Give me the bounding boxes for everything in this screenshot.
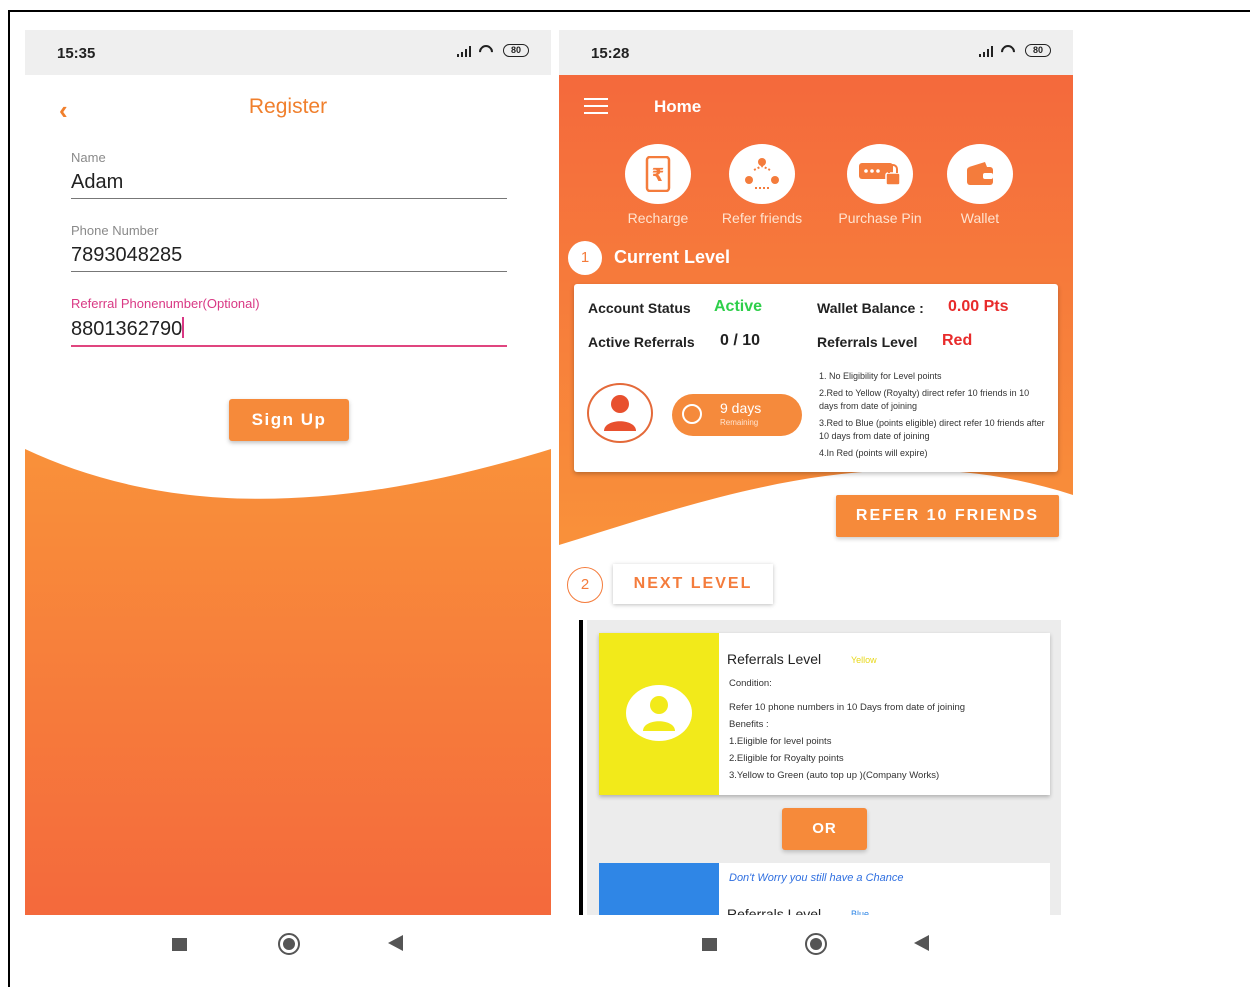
active-referrals-value: 0 / 10 bbox=[720, 332, 761, 349]
phone-field[interactable]: Phone Number 7893048285 bbox=[71, 223, 507, 272]
current-level-title: Current Level bbox=[614, 247, 731, 267]
pin-lock-icon bbox=[847, 144, 913, 204]
status-time: 15:35 bbox=[57, 45, 96, 62]
rule-item: 2.Red to Yellow (Royalty) direct refer 1… bbox=[819, 388, 1030, 411]
quick-action-recharge[interactable]: ₹ Recharge bbox=[603, 144, 713, 226]
days-remaining-value: 9 days bbox=[720, 400, 762, 416]
account-status-value: Active bbox=[714, 298, 763, 315]
yellow-card-tag: Yellow bbox=[851, 655, 877, 665]
yellow-level-banner bbox=[599, 633, 719, 795]
phone-input[interactable]: 7893048285 bbox=[71, 244, 507, 272]
home-nav-icon[interactable] bbox=[805, 933, 827, 955]
yellow-card-title: Referrals Level bbox=[727, 651, 822, 667]
recents-icon[interactable] bbox=[172, 938, 187, 951]
phone-label: Phone Number bbox=[71, 223, 159, 238]
user-avatar-icon bbox=[587, 383, 653, 443]
quick-action-purchase-pin[interactable]: Purchase Pin bbox=[825, 144, 935, 226]
name-label: Name bbox=[71, 150, 106, 165]
svg-text:₹: ₹ bbox=[652, 165, 665, 186]
user-avatar-icon bbox=[626, 685, 692, 741]
blue-level-card: Don't Worry you still have a Chance Refe… bbox=[599, 863, 1050, 923]
recents-icon[interactable] bbox=[702, 938, 717, 951]
refer-friends-label: Refer friends bbox=[721, 210, 803, 226]
back-nav-icon[interactable] bbox=[388, 935, 403, 951]
group-icon bbox=[729, 144, 795, 204]
wallet-balance-label: Wallet Balance : bbox=[817, 300, 924, 316]
battery-icon: 80 bbox=[502, 44, 529, 57]
quick-action-wallet[interactable]: Wallet bbox=[925, 144, 1035, 226]
android-nav-bar bbox=[25, 915, 551, 987]
level-rules: 1. No Eligibility for Level points 2.Red… bbox=[819, 370, 1045, 464]
home-nav-icon[interactable] bbox=[278, 933, 300, 955]
step-number-1: 1 bbox=[568, 241, 602, 275]
wallet-icon bbox=[947, 144, 1013, 204]
active-referrals-label: Active Referrals bbox=[588, 334, 695, 350]
frame-border-top bbox=[8, 10, 1250, 12]
yellow-level-card: Referrals Level Yellow Condition: Refer … bbox=[599, 633, 1050, 795]
name-field[interactable]: Name Adam bbox=[71, 150, 507, 199]
detail-line: Benefits : bbox=[729, 719, 769, 730]
yellow-card-details: Condition: Refer 10 phone numbers in 10 … bbox=[729, 677, 965, 782]
signal-icon bbox=[456, 45, 471, 57]
referral-input-text: 8801362790 bbox=[71, 318, 183, 340]
current-level-card: Account Status Active Wallet Balance : 0… bbox=[574, 284, 1058, 472]
quick-action-refer-friends[interactable]: Refer friends bbox=[707, 144, 817, 226]
timeline-line bbox=[579, 620, 583, 920]
refer-friends-button[interactable]: REFER 10 FRIENDS bbox=[836, 495, 1059, 537]
wifi-icon bbox=[1001, 45, 1017, 57]
frame-border-left bbox=[8, 10, 10, 987]
recharge-label: Recharge bbox=[627, 210, 689, 226]
wifi-icon bbox=[479, 45, 495, 57]
status-time: 15:28 bbox=[591, 45, 630, 62]
android-nav-bar bbox=[559, 915, 1073, 987]
detail-line bbox=[729, 690, 965, 698]
referral-field[interactable]: Referral Phonenumber(Optional) 880136279… bbox=[71, 296, 507, 347]
step-number-2: 2 bbox=[567, 567, 603, 603]
detail-line: Condition: bbox=[729, 678, 772, 689]
page-title: Register bbox=[248, 95, 328, 118]
register-header: ‹ Register bbox=[25, 75, 551, 137]
back-nav-icon[interactable] bbox=[914, 935, 929, 951]
or-button[interactable]: OR bbox=[782, 808, 867, 850]
days-remaining-caption: Remaining bbox=[720, 418, 759, 427]
detail-line: 1.Eligible for level points bbox=[729, 736, 832, 747]
text-cursor bbox=[182, 317, 185, 338]
name-input[interactable]: Adam bbox=[71, 171, 507, 199]
rule-item: 1. No Eligibility for Level points bbox=[819, 371, 942, 381]
rupee-phone-icon: ₹ bbox=[625, 144, 691, 204]
detail-line: Refer 10 phone numbers in 10 Days from d… bbox=[729, 702, 966, 713]
account-status-label: Account Status bbox=[588, 300, 691, 316]
home-screen: 15:28 80 Home ₹ Recharge Refer friends P… bbox=[559, 30, 1073, 987]
referral-input[interactable]: 8801362790 bbox=[71, 317, 507, 347]
sign-up-button[interactable]: Sign Up bbox=[229, 399, 349, 441]
register-screen: 15:35 80 ‹ Register Name Adam Phone Numb… bbox=[25, 30, 551, 987]
alarm-clock-icon bbox=[682, 404, 702, 424]
detail-line: 2.Eligible for Royalty points bbox=[729, 753, 844, 764]
page-title: Home bbox=[654, 97, 702, 116]
blue-level-banner bbox=[599, 863, 719, 923]
rule-item: 4.In Red (points will expire) bbox=[819, 448, 928, 458]
blue-card-note: Don't Worry you still have a Chance bbox=[729, 872, 904, 884]
referral-label: Referral Phonenumber(Optional) bbox=[71, 296, 260, 311]
next-level-button[interactable]: NEXT LEVEL bbox=[613, 564, 773, 604]
referrals-level-value: Red bbox=[942, 332, 973, 349]
menu-icon[interactable] bbox=[584, 98, 608, 119]
status-bar: 15:35 80 bbox=[25, 30, 551, 75]
wallet-label: Wallet bbox=[960, 210, 1000, 226]
rule-item: 3.Red to Blue (points eligible) direct r… bbox=[819, 418, 1045, 441]
purchase-pin-label: Purchase Pin bbox=[838, 210, 922, 226]
days-remaining-badge: 9 days Remaining bbox=[672, 394, 802, 436]
orange-wave-background bbox=[25, 449, 551, 915]
wallet-balance-value: 0.00 Pts bbox=[948, 298, 1009, 315]
status-bar: 15:28 80 bbox=[559, 30, 1073, 75]
battery-icon: 80 bbox=[1024, 44, 1051, 57]
detail-line: 3.Yellow to Green (auto top up )(Company… bbox=[729, 770, 940, 781]
signal-icon bbox=[978, 45, 993, 57]
referrals-level-label: Referrals Level bbox=[817, 334, 918, 350]
